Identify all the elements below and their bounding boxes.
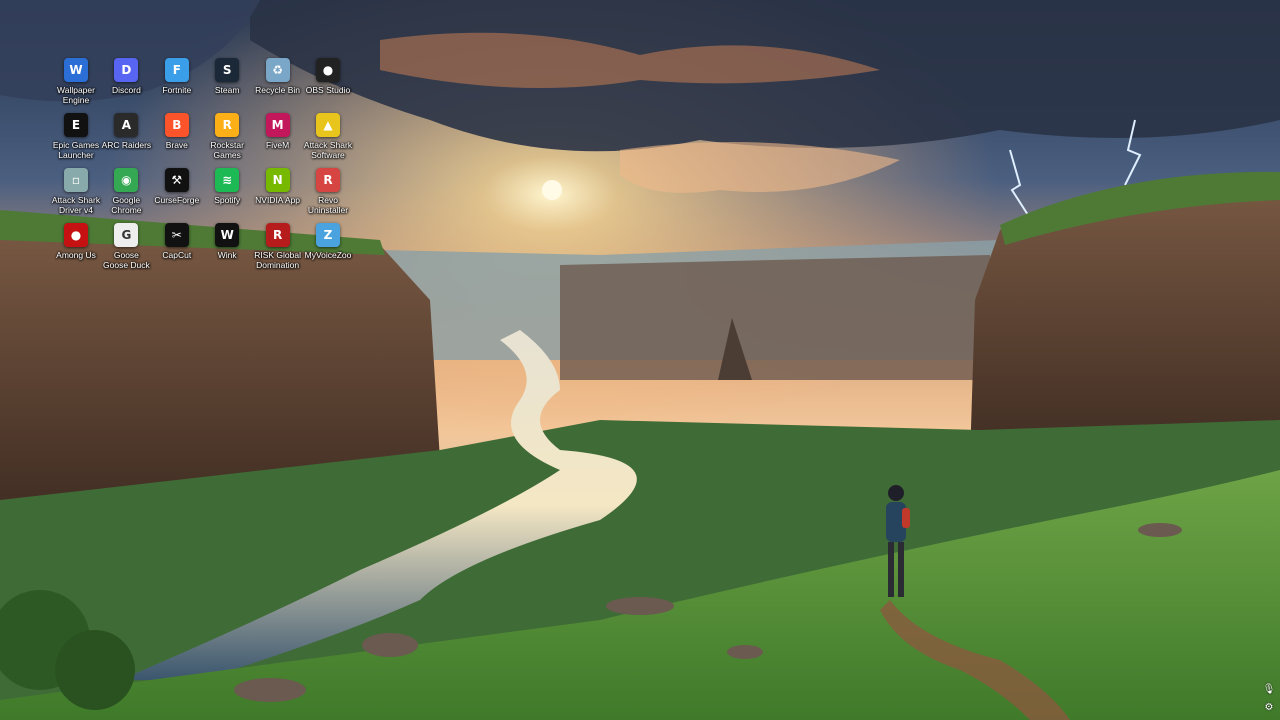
attack-shark-icon: ▲ [316,113,340,137]
desktop-icon-label: MyVoiceZoo [304,250,352,260]
capcut-icon: ✂ [164,223,189,247]
desktop-icon-epic-games[interactable]: E Epic Games Launcher [50,111,102,160]
desktop-icon-obs-studio[interactable]: ● OBS Studio [302,56,354,95]
desktop-icon-nvidia[interactable]: N NVIDIA App [252,166,304,205]
desktop-icon-rockstar[interactable]: R Rockstar Games [201,111,253,160]
desktop-icon-arc-raiders[interactable]: A ARC Raiders [100,111,152,150]
desktop-icon-among-us[interactable]: ● Among Us [50,221,102,260]
desktop-icon-spotify[interactable]: ≋ Spotify [201,166,253,205]
desktop-icon-wallpaper-engine[interactable]: W Wallpaper Engine [50,56,102,105]
desktop-icon-fivem[interactable]: M FiveM [252,111,304,150]
desktop-icon-label: Spotify [214,195,241,205]
desktop-icon-label: ARC Raiders [101,140,152,150]
discord-icon: D [114,58,139,82]
risk-icon: R [265,223,290,247]
attack-shark-driver-icon: ▫ [64,168,88,192]
desktop-icon-risk[interactable]: R RISK Global Domination [252,221,304,270]
desktop-icon-label: Goose Goose Duck [103,250,150,270]
desktop-icon-label: Brave [165,140,188,150]
desktop-icon-label: RISK Global Domination [254,250,301,270]
desktop-icon-label: Wink [217,250,237,260]
fortnite-icon: F [164,58,189,82]
revo-uninstaller-icon: R [316,168,340,192]
desktop-icon-brave[interactable]: B Brave [151,111,203,150]
desktop-icon-label: FiveM [266,140,290,150]
wallpaper-engine-icon: W [64,58,88,82]
spotify-icon: ≋ [215,168,240,192]
desktop-icon-label: Rockstar Games [210,140,244,160]
desktop-icon-label: Revo Uninstaller [307,195,349,215]
settings-icon[interactable]: ⚙ [1262,701,1276,715]
desktop-icon-label: Epic Games Launcher [52,140,100,160]
desktop-icon-label: OBS Studio [305,85,351,95]
wink-icon: W [215,223,240,247]
rockstar-icon: R [215,113,240,137]
desktop-icon-label: Google Chrome [111,195,142,215]
desktop-icon-attack-shark[interactable]: ▲ Attack Shark Software [302,111,354,160]
curseforge-icon: ⚒ [164,168,189,192]
goose-goose-duck-icon: G [114,223,139,247]
desktop-icon-steam[interactable]: S Steam [201,56,253,95]
desktop-icon-label: NVIDIA App [255,195,301,205]
desktop-icon-label: Fortnite [162,85,192,95]
desktop-icon-curseforge[interactable]: ⚒ CurseForge [151,166,203,205]
nvidia-icon: N [265,168,290,192]
myvoicezoo-icon: Z [316,223,340,247]
desktop-icon-goose-goose-duck[interactable]: G Goose Goose Duck [100,221,152,270]
desktop-icon-fortnite[interactable]: F Fortnite [151,56,203,95]
obs-studio-icon: ● [316,58,340,82]
desktop-icon-label: Recycle Bin [255,85,301,95]
fivem-icon: M [265,113,290,137]
desktop-icon-label: CapCut [162,250,192,260]
chrome-icon: ◉ [114,168,139,192]
desktop-icon-label: Attack Shark Software [303,140,353,160]
desktop-wallpaper [0,0,1280,720]
brave-icon: B [164,113,189,137]
among-us-icon: ● [64,223,88,247]
desktop-icon-label: Attack Shark Driver v4 [51,195,101,215]
desktop-icon-chrome[interactable]: ◉ Google Chrome [100,166,152,215]
desktop-icon-capcut[interactable]: ✂ CapCut [151,221,203,260]
desktop-icon-myvoicezoo[interactable]: Z MyVoiceZoo [302,221,354,260]
desktop-icon-label: Wallpaper Engine [57,85,95,105]
recycle-bin-icon: ♻ [265,58,290,82]
desktop-icon-label: Steam [214,85,240,95]
desktop-icon-label: Discord [111,85,141,95]
desktop-icon-recycle-bin[interactable]: ♻ Recycle Bin [252,56,304,95]
microphone-icon[interactable]: 🎙︎ [1262,683,1276,697]
steam-icon: S [215,58,240,82]
desktop-icon-attack-shark-driver[interactable]: ▫ Attack Shark Driver v4 [50,166,102,215]
desktop-icon-wink[interactable]: W Wink [201,221,253,260]
desktop-icon-discord[interactable]: D Discord [100,56,152,95]
epic-games-icon: E [64,113,88,137]
desktop-icon-label: CurseForge [154,195,200,205]
arc-raiders-icon: A [114,113,139,137]
desktop-icon-revo-uninstaller[interactable]: R Revo Uninstaller [302,166,354,215]
desktop-icon-label: Among Us [56,250,96,260]
